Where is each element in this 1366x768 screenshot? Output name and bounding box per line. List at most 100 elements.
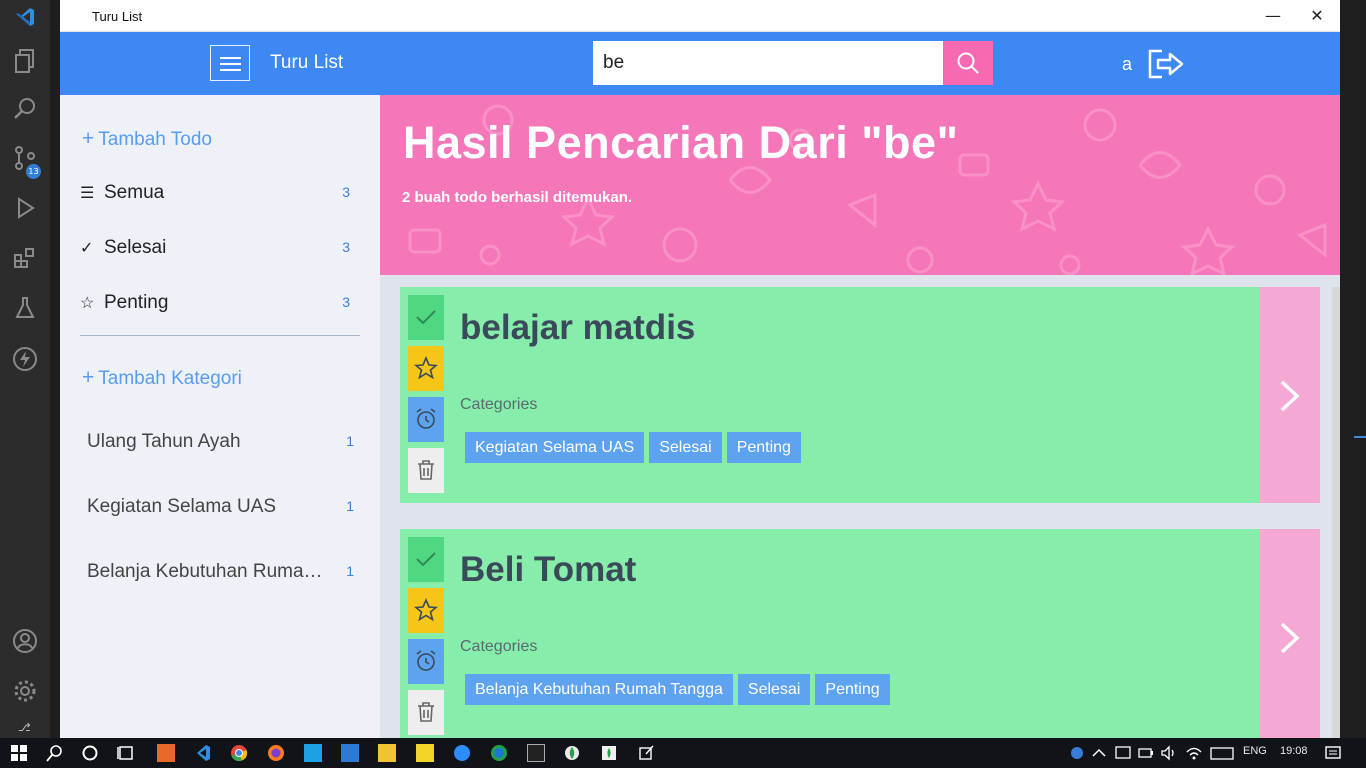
- settings-gear-icon[interactable]: [12, 678, 38, 704]
- todo-title: belajar matdis: [460, 308, 696, 347]
- tag-list: Belanja Kebutuhan Rumah Tangga Selesai P…: [465, 674, 890, 705]
- add-todo-button[interactable]: + Tambah Todo: [82, 127, 212, 151]
- lightning-icon[interactable]: [12, 346, 38, 372]
- sticky-notes-icon[interactable]: [416, 744, 434, 762]
- sidebar-item-label: Penting: [104, 292, 169, 313]
- task-view-icon[interactable]: [117, 744, 135, 762]
- hamburger-line: [220, 69, 241, 71]
- taskbar-search-icon[interactable]: [46, 744, 64, 762]
- chevron-up-icon[interactable]: [1090, 744, 1108, 762]
- system-clock[interactable]: 19:08: [1280, 745, 1308, 757]
- hamburger-line: [220, 57, 241, 59]
- sidebar-item-penting[interactable]: ☆ Penting 3: [80, 292, 350, 314]
- mongodb-compass-icon[interactable]: [600, 744, 618, 762]
- chevron-right-icon: [1280, 622, 1300, 654]
- search-sidebar-icon[interactable]: [12, 96, 38, 122]
- vscode-branch-status[interactable]: ⎇ main: [0, 718, 60, 754]
- mongodb-app-icon[interactable]: [563, 744, 581, 762]
- category-label: Belanja Kebutuhan Rumah Tangga: [87, 561, 332, 582]
- sidebar-item-label: Semua: [104, 182, 165, 203]
- chrome-app-icon[interactable]: [230, 744, 248, 762]
- category-tag[interactable]: Kegiatan Selama UAS: [465, 432, 645, 463]
- set-reminder-button[interactable]: [408, 397, 444, 442]
- mark-important-button[interactable]: [408, 588, 444, 633]
- notification-icon[interactable]: [1324, 744, 1342, 762]
- app-window: Turu List — ✕ Turu List a +Tambah To: [60, 0, 1340, 738]
- category-label: Kegiatan Selama UAS: [87, 496, 277, 517]
- battery-icon[interactable]: [1137, 744, 1155, 762]
- file-explorer-icon[interactable]: [378, 744, 396, 762]
- zoom-app-icon[interactable]: [453, 744, 471, 762]
- category-tag[interactable]: Belanja Kebutuhan Rumah Tangga: [465, 674, 733, 705]
- star-icon: [414, 356, 438, 380]
- todo-card: Beli Tomat Categories Belanja Kebutuhan …: [400, 529, 1320, 738]
- sidebar-item-semua[interactable]: ☰ Semua 3: [80, 182, 350, 204]
- delete-button[interactable]: [408, 690, 444, 735]
- language-indicator[interactable]: ENG: [1243, 745, 1267, 757]
- terminal-app-icon[interactable]: [527, 744, 545, 762]
- sidebar-item-count: 3: [342, 239, 350, 255]
- keyboard-icon[interactable]: [1210, 744, 1234, 762]
- brand-title[interactable]: Turu List: [270, 52, 343, 74]
- network-tray-icon[interactable]: [1114, 744, 1132, 762]
- extensions-icon[interactable]: [12, 246, 38, 272]
- open-todo-button[interactable]: [1260, 287, 1320, 503]
- alarm-clock-icon: [416, 408, 436, 429]
- menu-toggle-button[interactable]: [210, 45, 250, 81]
- vscode-logo-icon[interactable]: [12, 6, 38, 32]
- category-item[interactable]: Belanja Kebutuhan Rumah Tangga 1: [87, 561, 354, 583]
- explorer-icon[interactable]: [12, 48, 38, 74]
- category-tag[interactable]: Penting: [815, 674, 890, 705]
- hamburger-line: [220, 63, 241, 65]
- search-result-title: Hasil Pencarian Dari "be": [403, 117, 959, 168]
- minimize-button[interactable]: —: [1250, 0, 1296, 32]
- cortana-icon[interactable]: [81, 744, 99, 762]
- plus-icon: +: [82, 366, 95, 389]
- window-titlebar: Turu List — ✕: [60, 0, 1340, 32]
- wifi-icon[interactable]: [1185, 744, 1203, 762]
- category-tag[interactable]: Selesai: [737, 674, 811, 705]
- branch-icon: ⎇: [18, 721, 31, 734]
- main-content: Hasil Pencarian Dari "be" 2 buah todo be…: [380, 95, 1340, 738]
- add-category-button[interactable]: + Tambah Kategori: [82, 366, 242, 390]
- category-tag[interactable]: Penting: [726, 432, 801, 463]
- store-app-icon[interactable]: [341, 744, 359, 762]
- check-icon: [416, 552, 436, 567]
- search-button[interactable]: [943, 41, 993, 85]
- account-icon[interactable]: [12, 628, 38, 654]
- help-tray-icon[interactable]: [1068, 744, 1086, 762]
- plus-icon: +: [82, 127, 95, 150]
- category-item[interactable]: Ulang Tahun Ayah 1: [87, 431, 354, 453]
- category-tag[interactable]: Selesai: [649, 432, 722, 463]
- vscode-app-icon[interactable]: [193, 744, 211, 762]
- delete-button[interactable]: [408, 448, 444, 493]
- wps-app-icon[interactable]: [304, 744, 322, 762]
- run-debug-icon[interactable]: [12, 196, 38, 222]
- search-result-banner: Hasil Pencarian Dari "be" 2 buah todo be…: [380, 95, 1340, 275]
- trash-icon: [418, 460, 434, 480]
- powerpoint-app-icon[interactable]: [157, 744, 175, 762]
- edge-app-icon[interactable]: [490, 744, 508, 762]
- logout-button[interactable]: [1146, 47, 1186, 81]
- set-reminder-button[interactable]: [408, 639, 444, 684]
- testing-flask-icon[interactable]: [12, 296, 38, 322]
- mark-done-button[interactable]: [408, 295, 444, 340]
- windows-start-icon[interactable]: [10, 744, 28, 762]
- volume-icon[interactable]: [1160, 744, 1178, 762]
- close-button[interactable]: ✕: [1294, 0, 1340, 32]
- content-scrollbar[interactable]: [1332, 287, 1340, 738]
- mark-done-button[interactable]: [408, 537, 444, 582]
- vscode-activity-bar: 13: [0, 0, 50, 738]
- open-todo-button[interactable]: [1260, 529, 1320, 738]
- search-input[interactable]: [593, 41, 943, 85]
- categories-label: Categories: [460, 396, 538, 413]
- category-count: 1: [346, 563, 354, 579]
- category-label: Ulang Tahun Ayah: [87, 431, 241, 452]
- alarm-clock-icon: [416, 650, 436, 671]
- notepad-app-icon[interactable]: [637, 744, 655, 762]
- firefox-app-icon[interactable]: [267, 744, 285, 762]
- category-item[interactable]: Kegiatan Selama UAS 1: [87, 496, 354, 518]
- sidebar-item-selesai[interactable]: ✓ Selesai 3: [80, 237, 350, 259]
- sidebar-divider: [80, 335, 360, 336]
- mark-important-button[interactable]: [408, 346, 444, 391]
